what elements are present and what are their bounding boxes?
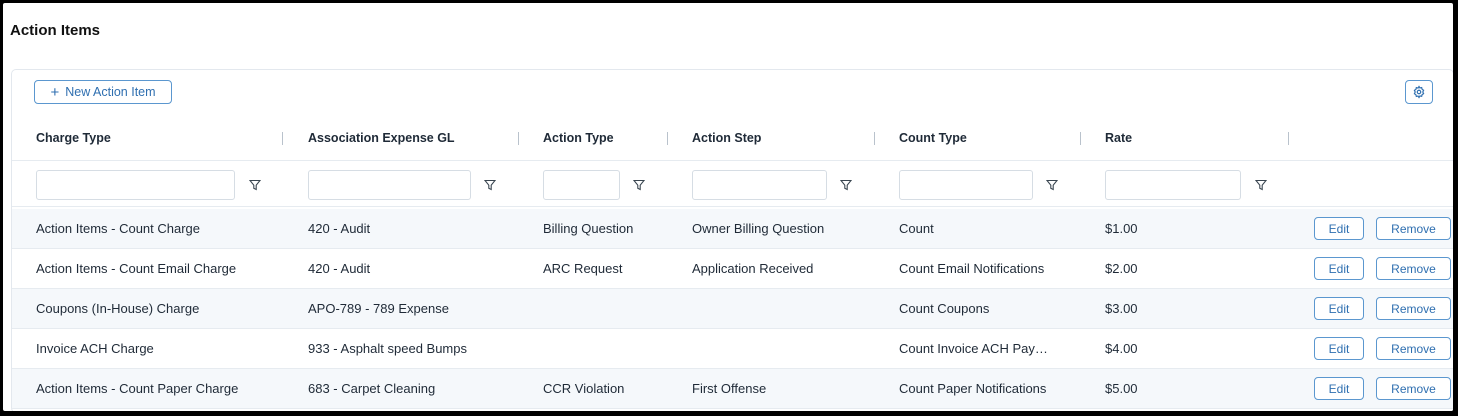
edit-button[interactable]: Edit xyxy=(1314,337,1364,360)
count-type-cell: Count Paper Notifications xyxy=(899,381,1047,396)
column-header-rate[interactable]: Rate xyxy=(1105,116,1132,160)
table-row: Action Items - Count Paper Charge 683 - … xyxy=(12,369,1453,409)
filter-icon[interactable] xyxy=(633,179,645,191)
column-header-action-step[interactable]: Action Step xyxy=(692,116,761,160)
remove-button[interactable]: Remove xyxy=(1376,297,1451,320)
table-row: Coupons (In-House) Charge APO-789 - 789 … xyxy=(12,289,1453,329)
filter-icon[interactable] xyxy=(249,179,261,191)
expense-gl-cell: 420 - Audit xyxy=(308,221,371,236)
gear-icon xyxy=(1413,85,1425,99)
charge-type-cell: Action Items - Count Charge xyxy=(36,221,201,236)
filter-icon[interactable] xyxy=(1046,179,1058,191)
remove-button[interactable]: Remove xyxy=(1376,217,1451,240)
expense-gl-cell: 683 - Carpet Cleaning xyxy=(308,381,436,396)
rate-cell: $5.00 xyxy=(1105,381,1138,396)
edit-button[interactable]: Edit xyxy=(1314,217,1364,240)
expense-gl-filter-input[interactable] xyxy=(308,170,471,200)
edit-button[interactable]: Edit xyxy=(1314,297,1364,320)
column-resize-handle[interactable] xyxy=(874,132,875,145)
charge-type-cell: Invoice ACH Charge xyxy=(36,341,154,356)
action-type-filter-input[interactable] xyxy=(543,170,620,200)
remove-button[interactable]: Remove xyxy=(1376,377,1451,400)
count-type-cell: Count xyxy=(899,221,934,236)
expense-gl-cell: 933 - Asphalt speed Bumps xyxy=(308,341,467,356)
column-resize-handle[interactable] xyxy=(1080,132,1081,145)
column-header-count-type[interactable]: Count Type xyxy=(899,116,967,160)
new-action-item-label: New Action Item xyxy=(65,85,156,99)
action-step-cell: Application Received xyxy=(692,261,814,276)
action-type-cell: CCR Violation xyxy=(543,381,625,396)
table-header: Charge Type Association Expense GL Actio… xyxy=(12,116,1453,161)
charge-type-cell: Action Items - Count Paper Charge xyxy=(36,381,239,396)
count-type-filter-input[interactable] xyxy=(899,170,1033,200)
table-row: Action Items - Count Charge 420 - Audit … xyxy=(12,209,1453,249)
count-type-cell: Count Invoice ACH Pay… xyxy=(899,341,1048,356)
edit-button[interactable]: Edit xyxy=(1314,377,1364,400)
action-type-cell: Billing Question xyxy=(543,221,634,236)
charge-type-filter-input[interactable] xyxy=(36,170,235,200)
table-row: Action Items - Count Email Charge 420 - … xyxy=(12,249,1453,289)
table-row: Invoice ACH Charge 933 - Asphalt speed B… xyxy=(12,329,1453,369)
app-window: Action Items + New Action Item Charge Ty… xyxy=(3,3,1453,411)
filter-row xyxy=(12,161,1453,207)
expense-gl-cell: 420 - Audit xyxy=(308,261,371,276)
expense-gl-cell: APO-789 - 789 Expense xyxy=(308,301,449,316)
grid-settings-button[interactable] xyxy=(1405,80,1433,104)
rate-filter-input[interactable] xyxy=(1105,170,1241,200)
column-resize-handle[interactable] xyxy=(518,132,519,145)
charge-type-cell: Action Items - Count Email Charge xyxy=(36,261,237,276)
new-action-item-button[interactable]: + New Action Item xyxy=(34,80,172,104)
action-type-cell: ARC Request xyxy=(543,261,623,276)
filter-icon[interactable] xyxy=(840,179,852,191)
filter-icon[interactable] xyxy=(484,179,496,191)
rate-cell: $1.00 xyxy=(1105,221,1138,236)
action-step-cell: First Offense xyxy=(692,381,767,396)
column-resize-handle[interactable] xyxy=(1288,132,1289,145)
column-header-action-type[interactable]: Action Type xyxy=(543,116,614,160)
remove-button[interactable]: Remove xyxy=(1376,257,1451,280)
action-step-filter-input[interactable] xyxy=(692,170,827,200)
filter-icon[interactable] xyxy=(1255,179,1267,191)
action-items-grid: + New Action Item Charge Type Associatio… xyxy=(11,69,1453,411)
count-type-cell: Count Coupons xyxy=(899,301,990,316)
plus-icon: + xyxy=(50,83,60,101)
column-resize-handle[interactable] xyxy=(667,132,668,145)
page-title: Action Items xyxy=(10,22,101,39)
action-step-cell: Owner Billing Question xyxy=(692,221,825,236)
remove-button[interactable]: Remove xyxy=(1376,337,1451,360)
rate-cell: $3.00 xyxy=(1105,301,1138,316)
rate-cell: $4.00 xyxy=(1105,341,1138,356)
column-header-charge-type[interactable]: Charge Type xyxy=(36,116,111,160)
edit-button[interactable]: Edit xyxy=(1314,257,1364,280)
charge-type-cell: Coupons (In-House) Charge xyxy=(36,301,200,316)
count-type-cell: Count Email Notifications xyxy=(899,261,1045,276)
rate-cell: $2.00 xyxy=(1105,261,1138,276)
column-header-expense-gl[interactable]: Association Expense GL xyxy=(308,116,455,160)
column-resize-handle[interactable] xyxy=(282,132,283,145)
